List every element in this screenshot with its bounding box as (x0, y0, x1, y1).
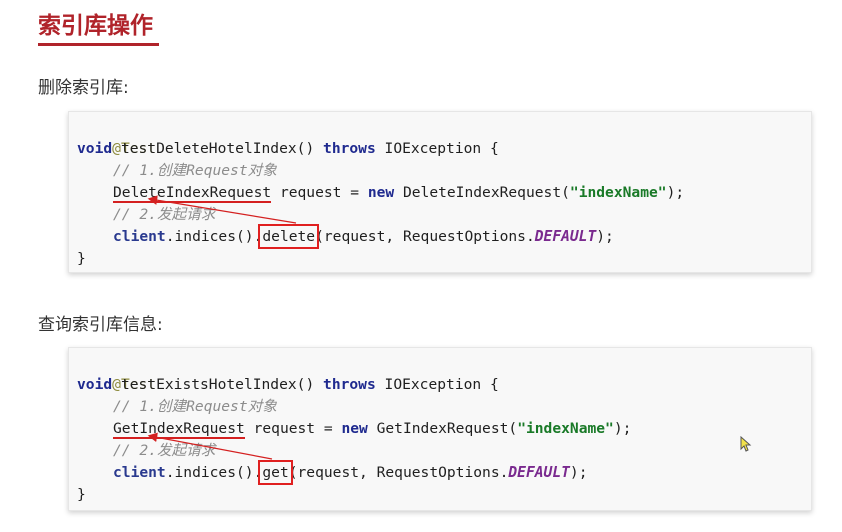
string-literal: "indexName" (569, 184, 667, 201)
client-ref: client (113, 228, 166, 245)
code-block-delete-index: @Test void testDeleteHotelIndex() throws… (68, 111, 812, 273)
code-comment: // 1.创建Request对象 (113, 162, 277, 179)
method-signature: testExistsHotelIndex() (112, 376, 324, 393)
request-type: GetIndexRequest (113, 420, 245, 439)
highlighted-method: delete (258, 224, 320, 249)
request-var: request = (244, 420, 342, 437)
page-title: 索引库操作 (38, 13, 153, 39)
constructor: DeleteIndexRequest( (394, 184, 570, 201)
client-ref: client (113, 464, 166, 481)
code-line: void testDeleteHotelIndex() throws IOExc… (77, 138, 499, 160)
code-line: @Test (77, 116, 156, 157)
code-comment: // 2.发起请求 (113, 442, 216, 459)
highlighted-method: get (258, 460, 293, 485)
code-line: client.indices().delete(request, Request… (77, 224, 614, 249)
section-heading-delete: 删除索引库: (38, 78, 129, 98)
keyword: void (77, 140, 113, 157)
code-line: // 2.发起请求 (77, 204, 215, 226)
keyword: new (367, 184, 395, 201)
code-comment: // 2.发起请求 (113, 206, 216, 223)
code-line: GetIndexRequest request = new GetIndexRe… (77, 418, 631, 440)
constant: DEFAULT (508, 464, 570, 481)
string-literal: "indexName" (517, 420, 614, 437)
constant: DEFAULT (534, 228, 597, 245)
code-block-get-index: @Test void testExistsHotelIndex() throws… (68, 347, 812, 511)
keyword: throws (323, 376, 376, 393)
keyword: new (341, 420, 368, 437)
constructor-close: ); (613, 420, 632, 437)
call-close: ); (569, 464, 588, 481)
call-args: (request, RequestOptions. (288, 464, 509, 481)
constructor: GetIndexRequest( (367, 420, 518, 437)
code-line: } (77, 248, 86, 270)
code-line: DeleteIndexRequest request = new DeleteI… (77, 182, 684, 204)
code-line: } (77, 484, 86, 506)
exception-text: IOException { (375, 376, 499, 393)
constructor-close: ); (666, 184, 685, 201)
call-close: ); (596, 228, 614, 245)
code-line: // 1.创建Request对象 (77, 396, 277, 418)
code-line: // 1.创建Request对象 (77, 160, 277, 182)
method-signature: testDeleteHotelIndex() (112, 140, 324, 157)
code-line: // 2.发起请求 (77, 440, 215, 462)
request-type: DeleteIndexRequest (113, 184, 272, 203)
close-brace: } (77, 486, 86, 503)
request-var: request = (271, 184, 368, 201)
code-comment: // 1.创建Request对象 (113, 398, 277, 415)
mouse-pointer-icon (740, 436, 752, 452)
indices-call: .indices(). (165, 464, 263, 481)
indices-call: .indices(). (165, 228, 263, 245)
code-line: @Test (77, 352, 156, 393)
call-args: (request, RequestOptions. (315, 228, 535, 245)
section-heading-get: 查询索引库信息: (38, 315, 163, 335)
exception-text: IOException { (375, 140, 499, 157)
keyword: throws (323, 140, 376, 157)
code-line: client.indices().get(request, RequestOpt… (77, 460, 588, 485)
code-line: void testExistsHotelIndex() throws IOExc… (77, 374, 499, 396)
keyword: void (77, 376, 113, 393)
title-underline (38, 43, 159, 46)
close-brace: } (77, 250, 86, 267)
